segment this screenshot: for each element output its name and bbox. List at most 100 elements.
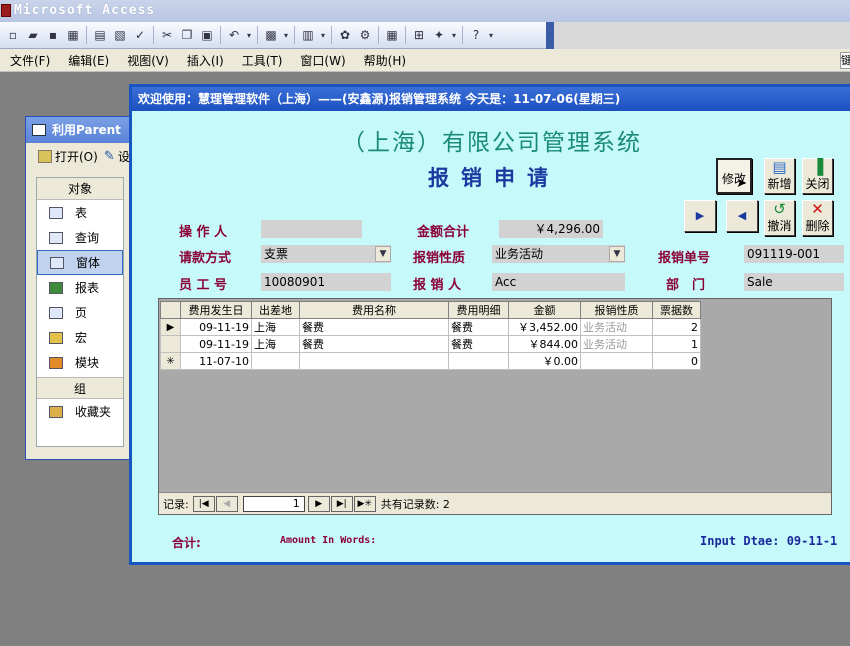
design-icon[interactable]: ✎ (104, 150, 118, 163)
object-reports[interactable]: 报表 (37, 275, 123, 300)
travel-place-cell[interactable]: 上海 (251, 335, 300, 353)
delete-button[interactable]: ✕ 删除 (802, 200, 833, 236)
object-queries[interactable]: 查询 (37, 225, 123, 250)
receipt-count-cell[interactable]: 0 (652, 352, 701, 370)
office-links-dropdown-icon[interactable]: ▾ (281, 25, 291, 45)
new-record-nav-icon[interactable]: ▶✳ (353, 495, 376, 512)
menu-tools[interactable]: 工具(T) (242, 52, 283, 69)
office-links-icon[interactable]: ▩ (261, 25, 281, 45)
row-selector[interactable] (160, 335, 181, 353)
open-folder-icon[interactable]: ▰ (23, 25, 43, 45)
expense-name-cell[interactable]: 餐费 (299, 318, 449, 336)
expense-name-cell[interactable]: 餐费 (299, 335, 449, 353)
menu-insert[interactable]: 插入(I) (187, 52, 224, 69)
cut-icon[interactable]: ✂ (157, 25, 177, 45)
amount-cell[interactable]: ￥3,452.00 (508, 318, 581, 336)
macro-icon[interactable]: ⚙ (355, 25, 375, 45)
last-record-icon[interactable]: ▶| (330, 495, 353, 512)
expense-detail-cell[interactable]: 餐费 (448, 318, 509, 336)
nature-cell[interactable] (580, 352, 653, 370)
first-record-icon[interactable]: |◀ (192, 495, 215, 512)
new-file-icon[interactable]: ▫ (3, 25, 23, 45)
previous-record-button[interactable]: ◀ (726, 200, 758, 232)
next-record-icon[interactable]: ▶ (307, 495, 330, 512)
save-icon[interactable]: ▪ (43, 25, 63, 45)
column-header[interactable]: 费用发生日 (180, 301, 252, 319)
total-amount-field[interactable]: ￥4,296.00 (499, 220, 603, 238)
properties-icon[interactable]: ▦ (382, 25, 402, 45)
new-record-button[interactable]: ▤ 新增 (764, 158, 795, 194)
expense-nature-select[interactable]: 业务活动 ▼ (492, 245, 625, 263)
undo-button[interactable]: ↺ 撤消 (764, 200, 795, 236)
group-favorites[interactable]: 收藏夹 (37, 399, 123, 424)
paste-icon[interactable]: ▣ (197, 25, 217, 45)
travel-place-cell[interactable] (251, 352, 300, 370)
menu-file[interactable]: 文件(F) (10, 52, 50, 69)
record-number-input[interactable]: 1 (242, 495, 305, 512)
relationships-icon[interactable]: ⊞ (409, 25, 429, 45)
print-icon[interactable]: ▤ (90, 25, 110, 45)
undo-dropdown-icon[interactable]: ▾ (244, 25, 254, 45)
new-object-icon[interactable]: ✦ (429, 25, 449, 45)
expense-detail-cell[interactable]: 餐费 (448, 335, 509, 353)
object-forms[interactable]: 窗体 (37, 250, 123, 275)
new-record-icon[interactable]: ✳ (160, 352, 181, 370)
edit-button[interactable]: 修改 ➤ (716, 158, 752, 194)
menu-view[interactable]: 视图(V) (127, 52, 169, 69)
table-row[interactable]: ▶ 09-11-19 上海 餐费 餐费 ￥3,452.00 业务活动 2 (160, 318, 701, 336)
toolbar-options-icon[interactable]: ▾ (486, 25, 496, 45)
travel-place-cell[interactable]: 上海 (251, 318, 300, 336)
chevron-down-icon[interactable]: ▼ (609, 246, 625, 262)
amount-cell[interactable]: ￥844.00 (508, 335, 581, 353)
table-row-new[interactable]: ✳ 11-07-10 ￥0.00 0 (160, 352, 701, 370)
table-row[interactable]: 09-11-19 上海 餐费 餐费 ￥844.00 业务活动 1 (160, 335, 701, 353)
expense-date-cell[interactable]: 11-07-10 (180, 352, 252, 370)
copy-icon[interactable]: ❐ (177, 25, 197, 45)
doc-number-field[interactable]: 091119-001 (744, 245, 844, 263)
receipt-count-cell[interactable]: 2 (652, 318, 701, 336)
help-icon[interactable]: ? (466, 25, 486, 45)
row-selector-header[interactable] (160, 301, 181, 319)
object-tables[interactable]: 表 (37, 200, 123, 225)
next-record-button[interactable]: ▶ (684, 200, 716, 232)
employee-number-field[interactable]: 10080901 (261, 273, 391, 291)
script-icon[interactable]: ✿ (335, 25, 355, 45)
applicant-field[interactable]: Acc (492, 273, 625, 291)
current-record-icon[interactable]: ▶ (160, 318, 181, 336)
column-header[interactable]: 费用明细 (448, 301, 509, 319)
new-object-dropdown-icon[interactable]: ▾ (449, 25, 459, 45)
column-header[interactable]: 费用名称 (299, 301, 449, 319)
object-modules[interactable]: 模块 (37, 350, 123, 375)
undo-icon[interactable]: ↶ (224, 25, 244, 45)
file-search-icon[interactable]: ▦ (63, 25, 83, 45)
object-pages[interactable]: 页 (37, 300, 123, 325)
column-header[interactable]: 出差地 (251, 301, 300, 319)
object-macros[interactable]: 宏 (37, 325, 123, 350)
open-button[interactable]: 打开(O) (55, 148, 98, 165)
print-preview-icon[interactable]: ▧ (110, 25, 130, 45)
expense-date-cell[interactable]: 09-11-19 (180, 318, 252, 336)
menu-help[interactable]: 帮助(H) (364, 52, 406, 69)
expense-detail-cell[interactable] (448, 352, 509, 370)
column-header[interactable]: 报销性质 (580, 301, 653, 319)
nature-cell[interactable]: 业务活动 (580, 318, 653, 336)
column-header[interactable]: 金额 (508, 301, 581, 319)
menu-edit[interactable]: 编辑(E) (68, 52, 109, 69)
objects-group-header[interactable]: 对象 (37, 178, 123, 200)
prev-record-icon[interactable]: ◀ (215, 495, 238, 512)
operator-field[interactable] (261, 220, 362, 238)
department-field[interactable]: Sale (744, 273, 844, 291)
analyze-dropdown-icon[interactable]: ▾ (318, 25, 328, 45)
receipt-count-cell[interactable]: 1 (652, 335, 701, 353)
ime-indicator[interactable]: 键 (840, 52, 850, 69)
expense-name-cell[interactable] (299, 352, 449, 370)
expense-date-cell[interactable]: 09-11-19 (180, 335, 252, 353)
spelling-icon[interactable]: ✓ (130, 25, 150, 45)
menu-window[interactable]: 窗口(W) (300, 52, 345, 69)
column-header[interactable]: 票据数 (652, 301, 701, 319)
groups-header[interactable]: 组 (37, 377, 123, 399)
close-form-button[interactable]: ▐ 关闭 (802, 158, 833, 194)
amount-cell[interactable]: ￥0.00 (508, 352, 581, 370)
nature-cell[interactable]: 业务活动 (580, 335, 653, 353)
chevron-down-icon[interactable]: ▼ (375, 246, 391, 262)
